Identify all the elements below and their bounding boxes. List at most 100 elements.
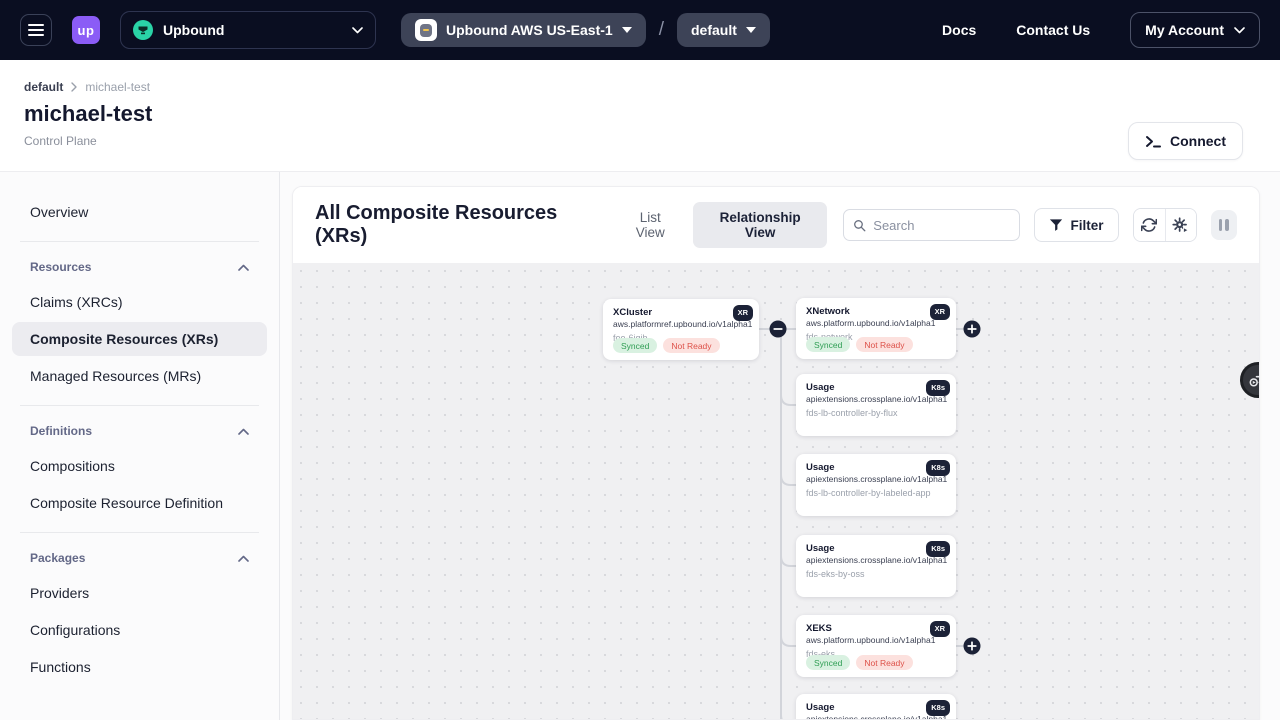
node-title: XCluster [613,307,749,318]
sidebar: OverviewResourcesClaims (XRCs)Composite … [0,172,280,720]
sidebar-item-composite-resources-xrs[interactable]: Composite Resources (XRs) [12,322,267,356]
node-api-version: aws.platform.upbound.io/v1alpha1 [806,635,946,645]
page-title: michael-test [24,101,1256,127]
sidebar-item-overview[interactable]: Overview [12,195,267,229]
node-status-badges: Synced Not Ready [806,655,913,670]
view-toggle: List View Relationship View [612,202,828,248]
node-instance-name: fds-lb-controller-by-labeled-app [806,488,946,498]
pause-button[interactable] [1211,210,1237,240]
node-api-version: apiextensions.crossplane.io/v1alpha1 [806,555,946,565]
org-selector[interactable]: Upbound [120,11,376,49]
sidebar-item-functions[interactable]: Functions [12,650,267,684]
refresh-icon [1141,217,1157,233]
control-plane-selector[interactable]: Upbound AWS US-East-1 [401,13,646,47]
caret-down-icon [622,27,632,33]
list-view-button[interactable]: List View [612,202,690,248]
org-selector-label: Upbound [163,22,342,38]
sidebar-item-composite-resource-definition[interactable]: Composite Resource Definition [12,486,267,520]
resource-node-usage-2[interactable]: Usageapiextensions.crossplane.io/v1alpha… [796,454,956,516]
panel-toolbar: All Composite Resources (XRs) List View … [293,187,1259,263]
connect-button[interactable]: Connect [1128,122,1243,160]
group-selector[interactable]: default [677,13,770,47]
relationship-canvas[interactable]: XClusteraws.platformref.upbound.io/v1alp… [293,263,1259,719]
resource-node-xeks[interactable]: XEKSaws.platform.upbound.io/v1alpha1fds-… [796,615,956,677]
sidebar-item-compositions[interactable]: Compositions [12,449,267,483]
pause-icon [1219,219,1223,231]
control-plane-label: Upbound AWS US-East-1 [446,22,613,38]
filter-label: Filter [1071,218,1104,233]
chevron-up-icon [238,264,249,271]
org-avatar-icon [133,20,153,40]
main-area: All Composite Resources (XRs) List View … [280,172,1280,720]
relationship-view-button[interactable]: Relationship View [693,202,827,248]
graph-edges [293,263,1259,719]
page-header: default michael-test michael-test Contro… [0,60,1280,172]
sidebar-item-configurations[interactable]: Configurations [12,613,267,647]
chevron-right-icon [71,82,77,92]
chevron-up-icon [238,555,249,562]
sidebar-item-claims-xrcs[interactable]: Claims (XRCs) [12,285,267,319]
sidebar-item-managed-resources-mrs[interactable]: Managed Resources (MRs) [12,359,267,393]
upbound-logo[interactable]: up [72,16,100,44]
legend-icon [1249,372,1259,388]
node-title: XEKS [806,623,946,634]
node-title: Usage [806,462,946,473]
node-title: Usage [806,702,946,713]
node-type-badge: K8s [926,700,950,716]
sidebar-section-packages[interactable]: Packages [12,545,267,573]
node-title: Usage [806,382,946,393]
filter-button[interactable]: Filter [1034,208,1119,242]
status-badge: Not Ready [856,655,912,670]
sidebar-section-resources[interactable]: Resources [12,254,267,282]
my-account-label: My Account [1145,22,1224,38]
chevron-down-icon [1234,27,1245,34]
contact-us-link[interactable]: Contact Us [1016,22,1090,38]
node-title: XNetwork [806,306,946,317]
hamburger-icon [28,23,44,37]
auto-sync-button[interactable] [1165,209,1196,241]
resource-node-xnetwork[interactable]: XNetworkaws.platform.upbound.io/v1alpha1… [796,298,956,359]
group-selector-label: default [691,22,737,38]
resource-node-usage-3[interactable]: Usageapiextensions.crossplane.io/v1alpha… [796,535,956,597]
breadcrumb-control-plane: michael-test [85,80,150,94]
sidebar-section-definitions[interactable]: Definitions [12,418,267,446]
caret-down-icon [746,27,756,33]
docs-link[interactable]: Docs [942,22,976,38]
node-api-version: aws.platform.upbound.io/v1alpha1 [806,318,946,328]
search-box [843,209,1019,241]
search-icon [853,218,866,233]
node-api-version: apiextensions.crossplane.io/v1alpha1 [806,394,946,404]
node-type-badge: XR [930,621,950,637]
node-status-badges: SyncedNot Ready [806,337,913,352]
status-badge: Not Ready [856,337,912,352]
status-badge: Synced [613,338,657,353]
status-badge: Synced [806,655,850,670]
search-input[interactable] [873,218,1009,233]
filter-icon [1049,218,1063,232]
canvas-actions [1133,208,1197,242]
chevron-down-icon [352,27,363,34]
sidebar-item-providers[interactable]: Providers [12,576,267,610]
breadcrumb-separator: / [659,19,664,41]
page-subtitle: Control Plane [24,134,1256,148]
node-api-version: apiextensions.crossplane.io/v1alpha1 [806,474,946,484]
node-instance-name: fds-lb-controller-by-flux [806,408,946,418]
topbar-links: Docs Contact Us My Account [942,12,1260,48]
resource-node-usage-4[interactable]: Usageapiextensions.crossplane.io/v1alpha… [796,694,956,719]
sidebar-divider [20,532,259,533]
connect-label: Connect [1170,133,1226,149]
control-plane-icon [415,19,437,41]
menu-button[interactable] [20,14,52,46]
my-account-button[interactable]: My Account [1130,12,1260,48]
node-type-badge: K8s [926,541,950,557]
terminal-icon [1145,134,1161,149]
sidebar-divider [20,405,259,406]
refresh-button[interactable] [1134,209,1165,241]
breadcrumb-group[interactable]: default [24,80,63,94]
resource-node-usage-1[interactable]: Usageapiextensions.crossplane.io/v1alpha… [796,374,956,436]
topbar: up Upbound Upbound AWS US-East-1 / defau… [0,0,1280,60]
node-type-badge: K8s [926,460,950,476]
breadcrumb: default michael-test [24,80,1256,94]
resource-node-xcluster[interactable]: XClusteraws.platformref.upbound.io/v1alp… [603,299,759,360]
chevron-up-icon [238,428,249,435]
